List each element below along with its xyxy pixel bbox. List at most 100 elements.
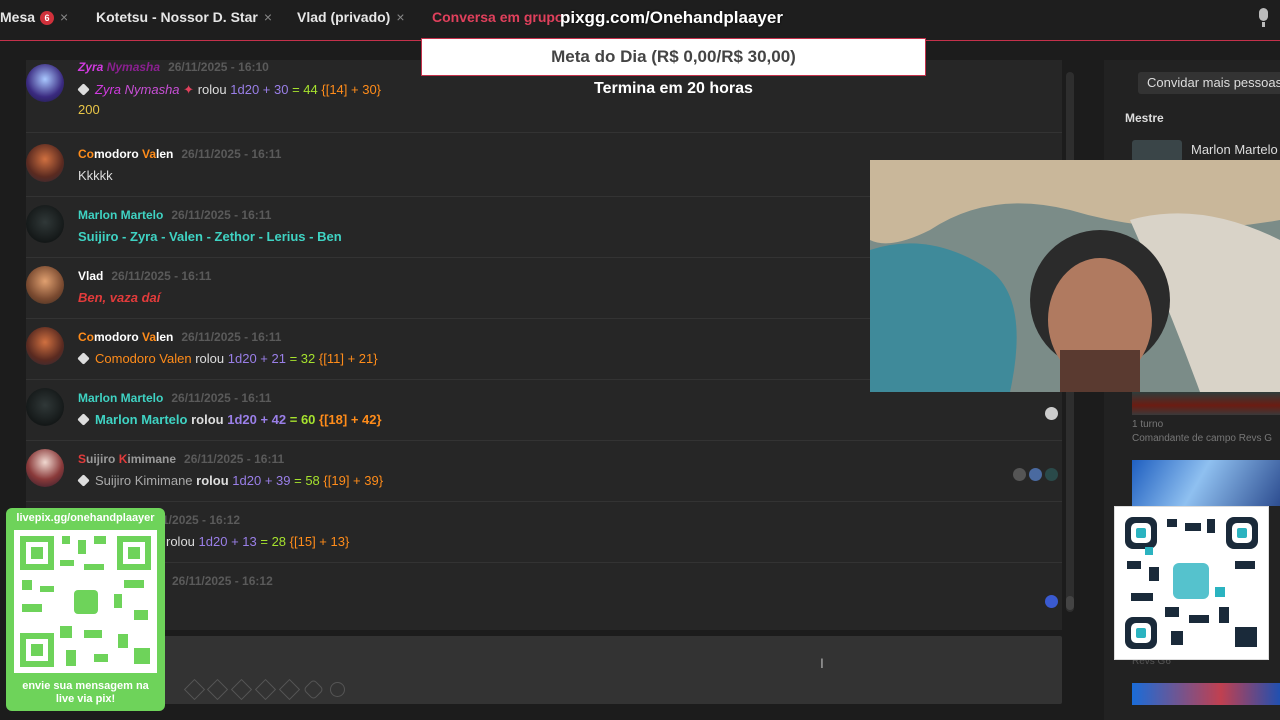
roll-detail: {[11] + 21} xyxy=(318,351,378,366)
livepix-caption: envie sua mensagem na live via pix! xyxy=(6,680,165,706)
notification-badge: 6 xyxy=(40,11,55,25)
chat-message: 11/2025 - 16:12 rolou 1d20 + 13 = 28 {[1… xyxy=(26,502,1062,563)
timestamp: 26/11/2025 - 16:11 xyxy=(111,269,212,283)
message-composer[interactable] xyxy=(26,636,1062,704)
author-name[interactable]: Marlon xyxy=(78,208,121,222)
microphone-icon[interactable] xyxy=(1259,8,1268,27)
avatar[interactable] xyxy=(26,64,64,102)
roll-author: Marlon Martelo xyxy=(95,412,188,427)
message-text: Kkkkk xyxy=(78,168,113,183)
webcam-overlay xyxy=(870,160,1280,392)
message-header: Suijiro Kimimane 26/11/2025 - 16:11 xyxy=(78,452,284,466)
tab-vlad-label: Vlad (privado) xyxy=(297,9,391,25)
dice-icon xyxy=(77,474,90,487)
roll-result: = 44 xyxy=(292,82,318,97)
close-icon[interactable]: × xyxy=(396,9,404,25)
livepix-caption-line2: live via pix! xyxy=(55,693,116,705)
tab-conversa-label: Conversa em grupo xyxy=(432,9,564,25)
roll-message: Suijiro Kimimane rolou 1d20 + 39 = 58 {[… xyxy=(77,473,383,488)
roll-message: rolou 1d20 + 13 = 28 {[15] + 13} xyxy=(166,534,349,549)
roll-expression: 1d20 + 39 xyxy=(232,473,291,488)
avatar[interactable] xyxy=(26,205,64,243)
tab-conversa-em-grupo[interactable]: Conversa em grupo xyxy=(432,0,563,36)
participant-name[interactable]: Marlon Martelo xyxy=(1191,142,1278,157)
avatar[interactable] xyxy=(26,144,64,182)
avatar[interactable] xyxy=(26,327,64,365)
timestamp: 26/11/2025 - 16:11 xyxy=(184,452,285,466)
avatar[interactable] xyxy=(1132,140,1182,162)
avatar[interactable] xyxy=(26,449,64,487)
livepix-url: livepix.gg/onehandplaayer xyxy=(16,512,155,524)
timestamp: 26/11/2025 - 16:11 xyxy=(171,208,272,222)
reaction-icon[interactable] xyxy=(1045,595,1058,608)
roll-expression: 1d20 + 30 xyxy=(230,82,289,97)
roll-result: = 58 xyxy=(294,473,320,488)
timestamp: 26/11/2025 - 16:11 xyxy=(181,147,282,161)
author-name[interactable]: Vlad xyxy=(78,269,103,283)
message-header: 26/11/2025 - 16:12 xyxy=(172,574,273,588)
author-name[interactable]: Co xyxy=(78,330,94,344)
avatar[interactable] xyxy=(26,388,64,426)
author-name-part: modoro xyxy=(94,147,142,161)
qr-code-icon xyxy=(1114,506,1269,660)
message-extra: 200 xyxy=(78,102,100,117)
character-thumbnail[interactable] xyxy=(1132,391,1280,415)
roll-verb: rolou xyxy=(191,412,224,427)
close-icon[interactable]: × xyxy=(264,9,272,25)
roll-result: = 28 xyxy=(260,534,287,549)
dice-icon xyxy=(77,83,90,96)
text-cursor-icon: I xyxy=(820,655,824,671)
timestamp: 11/2025 - 16:12 xyxy=(156,513,241,527)
character-subtitle: Comandante de campo Revs G xyxy=(1132,433,1273,444)
character-thumbnail[interactable] xyxy=(1132,460,1280,506)
livepix-caption-line1: envie sua mensagem na xyxy=(22,680,149,692)
chat-message: Suijiro Kimimane 26/11/2025 - 16:11 Suiji… xyxy=(26,441,1062,502)
message-text: Ben, vaza daí xyxy=(78,290,161,305)
turn-label: 1 turno xyxy=(1132,419,1164,430)
message-header: Comodoro Valen 26/11/2025 - 16:11 xyxy=(78,330,281,344)
roll-message: Zyra Nymasha ✦ rolou 1d20 + 30 = 44 {[14… xyxy=(77,82,381,98)
livepix-widget: livepix.gg/onehandplaayer envie sua mens… xyxy=(6,508,165,711)
close-icon[interactable]: × xyxy=(60,9,68,25)
dice-icon xyxy=(77,352,90,365)
author-name[interactable]: S xyxy=(78,452,86,466)
roll-expression: 1d20 + 21 xyxy=(227,351,286,366)
tab-kotetsu-label: Kotetsu - Nossor D. Star xyxy=(96,9,258,25)
timestamp: 26/11/2025 - 16:11 xyxy=(171,391,272,405)
donation-url: pixgg.com/Onehandplaayer xyxy=(560,8,783,27)
author-name[interactable]: Zyra xyxy=(78,60,103,74)
roll-result: = 60 xyxy=(289,412,316,427)
reaction-icon[interactable] xyxy=(1045,468,1058,481)
roll-detail: {[15] + 13} xyxy=(289,534,350,549)
message-header: Marlon Martelo 26/11/2025 - 16:11 xyxy=(78,208,271,222)
author-name[interactable]: Marlon xyxy=(78,391,121,405)
roll-author: Suijiro Kimimane xyxy=(95,473,193,488)
author-name-part: uijiro xyxy=(86,452,119,466)
tab-kotetsu[interactable]: Kotetsu - Nossor D. Star × xyxy=(96,0,272,36)
message-header: Vlad 26/11/2025 - 16:11 xyxy=(78,269,211,283)
roll-verb: rolou xyxy=(166,534,195,549)
author-name-part: len xyxy=(156,147,174,161)
author-name-part: imimane xyxy=(127,452,177,466)
reaction-icon[interactable] xyxy=(1045,407,1058,420)
author-name-part: Va xyxy=(142,330,157,344)
author-name[interactable]: Co xyxy=(78,147,94,161)
tab-mesa[interactable]: Mesa 6 × xyxy=(0,0,68,36)
reaction-icon[interactable] xyxy=(1029,468,1042,481)
roll-message: Comodoro Valen rolou 1d20 + 21 = 32 {[11… xyxy=(77,351,378,366)
reaction-icon[interactable] xyxy=(1013,468,1026,481)
tab-vlad[interactable]: Vlad (privado) × xyxy=(297,0,405,36)
chat-message: 26/11/2025 - 16:12 xyxy=(26,563,1062,623)
message-header: Marlon Martelo 26/11/2025 - 16:11 xyxy=(78,391,271,405)
invite-button[interactable]: Convidar mais pessoas xyxy=(1138,72,1280,94)
roll-expression: 1d20 + 42 xyxy=(227,412,287,427)
scrollbar-thumb[interactable] xyxy=(1066,596,1074,610)
character-thumbnail[interactable] xyxy=(1132,683,1280,705)
author-name-part: Nymasha xyxy=(106,60,161,74)
roll-verb: rolou xyxy=(195,351,225,366)
ribbon-icon: ✦ xyxy=(183,82,195,97)
roll-verb: rolou xyxy=(197,82,227,97)
timestamp: 26/11/2025 - 16:12 xyxy=(172,574,273,588)
tab-mesa-label: Mesa xyxy=(0,9,36,25)
avatar[interactable] xyxy=(26,266,64,304)
